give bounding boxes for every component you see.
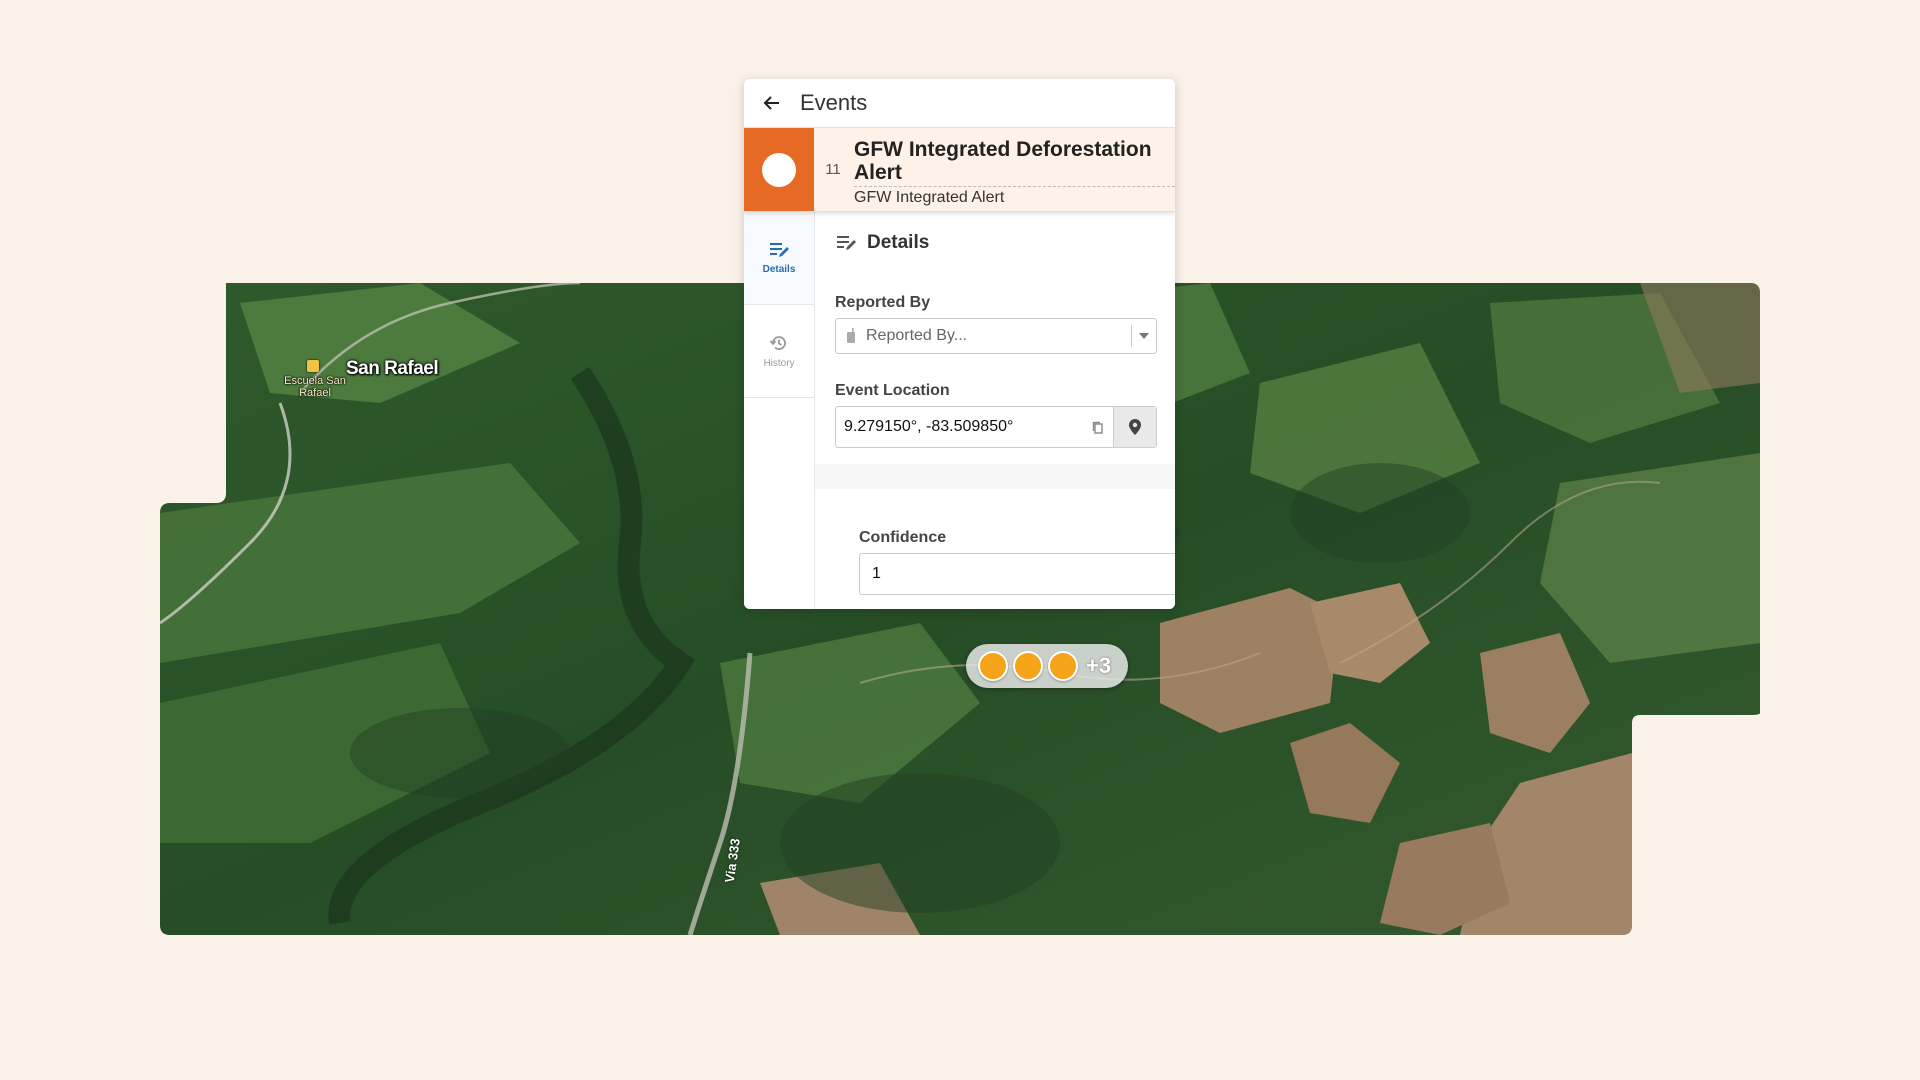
details-edit-icon	[770, 243, 789, 257]
event-serial-number: 11	[825, 161, 841, 178]
event-type-badge	[744, 128, 814, 211]
side-nav: Details History	[744, 212, 815, 609]
reported-by-select[interactable]: Reported By...	[835, 318, 1157, 354]
back-arrow-icon	[763, 96, 779, 110]
chevron-down-icon[interactable]	[1131, 325, 1156, 347]
event-location-label: Event Location	[835, 382, 950, 399]
details-heading: Details	[835, 232, 1157, 254]
event-cluster-marker[interactable]: +3	[966, 644, 1128, 688]
details-edit-icon	[837, 236, 856, 250]
reported-by-label: Reported By	[835, 294, 931, 311]
set-location-button[interactable]	[1113, 407, 1156, 447]
event-marker-dot[interactable]	[978, 651, 1008, 681]
history-icon	[769, 336, 786, 350]
copy-location-button[interactable]	[1083, 408, 1113, 446]
page-title: Events	[800, 90, 868, 115]
place-label: San Rafael	[346, 358, 439, 379]
cluster-more-count: +3	[1086, 653, 1112, 678]
confidence-section: Confidence 1	[815, 489, 1175, 609]
event-title[interactable]: GFW Integrated Deforestation Alert	[854, 138, 1175, 184]
tab-history[interactable]: History	[744, 305, 814, 398]
event-location-field[interactable]: 9.279150°, -83.509850°	[835, 406, 1157, 448]
reported-by-placeholder: Reported By...	[866, 327, 968, 344]
event-type-icon	[762, 152, 796, 187]
event-marker-dot[interactable]	[1013, 651, 1043, 681]
details-content: Details Reported By Reported By... Event…	[815, 212, 1175, 609]
confidence-input[interactable]: 1	[859, 553, 1175, 595]
tab-details[interactable]: Details	[744, 212, 814, 305]
confidence-label: Confidence	[859, 529, 947, 546]
school-icon	[307, 360, 319, 372]
event-subtitle: GFW Integrated Alert	[854, 186, 1175, 207]
panel-header: Events	[744, 79, 1175, 128]
copy-icon	[1092, 421, 1103, 434]
details-heading-text: Details	[867, 232, 930, 253]
tab-history-label: History	[763, 358, 795, 369]
school-label: Escuela San Rafael	[284, 375, 346, 399]
event-location-value[interactable]: 9.279150°, -83.509850°	[836, 418, 1083, 436]
radio-device-icon	[836, 328, 866, 344]
event-marker-dot[interactable]	[1048, 651, 1078, 681]
map-pin-icon	[1129, 419, 1141, 435]
tab-details-label: Details	[762, 264, 796, 275]
events-panel: Events 11 GFW Integrated Deforestation A…	[744, 79, 1175, 609]
back-button[interactable]	[744, 79, 800, 127]
event-summary: 11 GFW Integrated Deforestation Alert GF…	[744, 128, 1175, 212]
